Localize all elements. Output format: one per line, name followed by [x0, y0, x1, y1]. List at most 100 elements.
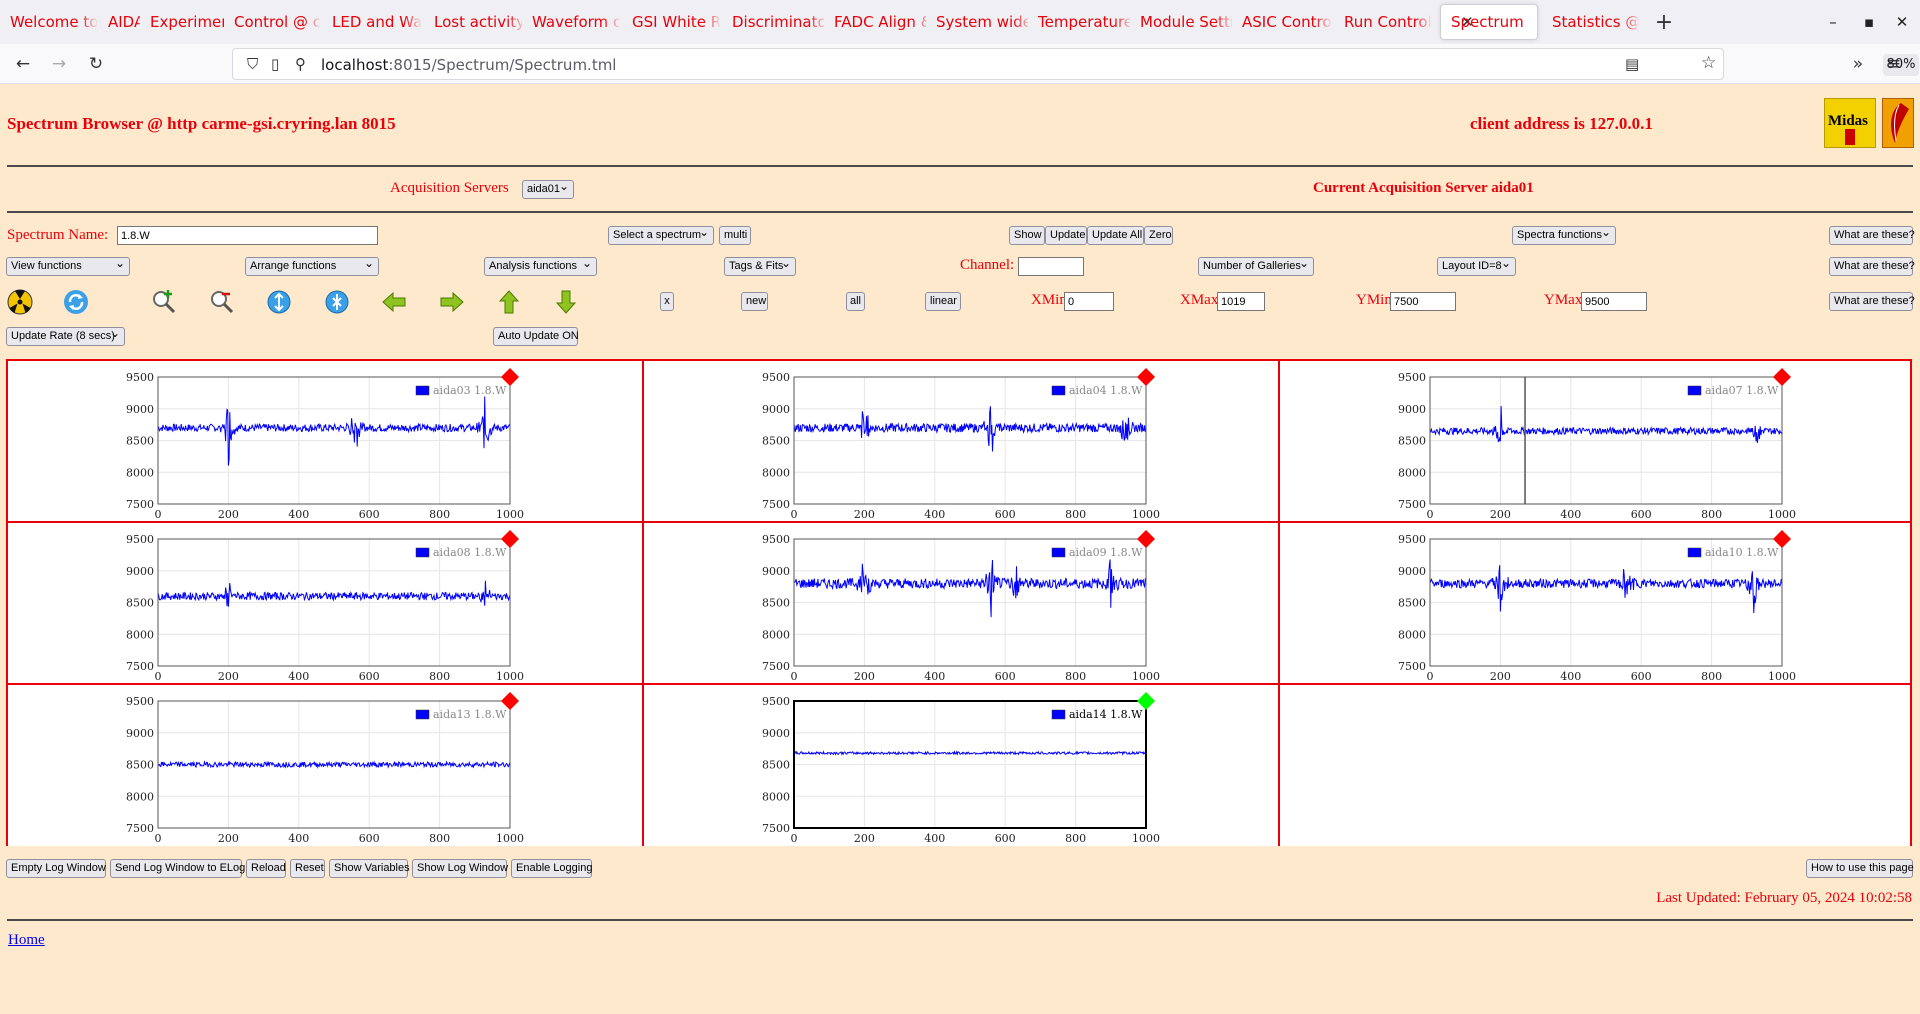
maximize-icon[interactable]: ▪ — [1851, 0, 1887, 44]
all-button[interactable]: all — [846, 292, 865, 311]
gallery-cell[interactable]: 0 200 400 600 800 1000 9500 9000 8500 8000 7500 aid… — [8, 361, 644, 523]
what-are-these-button-1[interactable]: What are these? — [1829, 226, 1915, 245]
empty-log-button[interactable]: Empty Log Window — [6, 859, 106, 878]
browser-tab[interactable]: Statistics @ — [1542, 0, 1644, 44]
number-galleries-dropdown[interactable]: Number of Galleries — [1198, 255, 1314, 276]
browser-tab[interactable]: Lost activity — [424, 0, 522, 44]
arrow-left-icon[interactable] — [380, 288, 408, 316]
zero-button[interactable]: Zero — [1144, 226, 1173, 245]
show-button[interactable]: Show — [1009, 226, 1045, 245]
spectrum-name-input[interactable] — [117, 226, 378, 245]
browser-tab[interactable]: Temperature — [1028, 0, 1130, 44]
compress-y-icon[interactable] — [323, 288, 351, 316]
reload-icon[interactable]: ↻ — [84, 52, 108, 76]
arrow-up-icon[interactable] — [495, 288, 523, 316]
browser-tab[interactable]: Run Control — [1334, 0, 1436, 44]
zoom-out-icon[interactable] — [208, 288, 236, 316]
auto-update-button[interactable]: Auto Update ON — [493, 327, 579, 346]
browser-tab[interactable]: AIDA — [98, 0, 140, 44]
x-tick-label: 800 — [1065, 670, 1086, 683]
home-link[interactable]: Home — [8, 932, 45, 949]
x-tick-label: 400 — [1560, 508, 1581, 521]
layout-id-dropdown[interactable]: Layout ID=8 — [1437, 255, 1516, 276]
arrow-down-icon[interactable] — [552, 288, 580, 316]
shield-icon[interactable]: ⛉ — [247, 55, 258, 73]
gallery-cell[interactable] — [1280, 685, 1910, 846]
browser-tab[interactable]: Control @ c — [224, 0, 322, 44]
xmin-input[interactable] — [1064, 292, 1114, 311]
acq-server-select[interactable]: aida01 — [522, 178, 574, 199]
analysis-functions-dropdown[interactable]: Analysis functions — [484, 255, 597, 276]
bookmark-star-icon[interactable]: ☆ — [1701, 53, 1716, 73]
xmax-input[interactable] — [1217, 292, 1265, 311]
minimize-icon[interactable]: – — [1815, 0, 1851, 44]
gallery-cell[interactable]: 0 200 400 600 800 1000 9500 9000 8500 8000 7500 aid… — [1280, 523, 1910, 685]
how-to-use-button[interactable]: How to use this page — [1806, 859, 1914, 878]
tcl-logo — [1882, 98, 1914, 148]
browser-tab[interactable]: GSI White R — [622, 0, 722, 44]
browser-tab[interactable]: Spectrum ✕ — [1440, 4, 1538, 40]
reset-button[interactable]: Reset — [290, 859, 325, 878]
page-icon[interactable]: ▯ — [271, 55, 279, 73]
arrow-right-icon[interactable] — [438, 288, 466, 316]
tags-fits-dropdown[interactable]: Tags & Fits — [724, 255, 796, 276]
enable-logging-button[interactable]: Enable Logging — [511, 859, 592, 878]
gallery-cell[interactable]: 0 200 400 600 800 1000 9500 9000 8500 8000 7500 aid… — [644, 523, 1280, 685]
y-tick-label: 8500 — [1398, 597, 1426, 610]
gallery-cell[interactable]: 0 200 400 600 800 1000 9500 9000 8500 8000 7500 aid… — [644, 361, 1280, 523]
browser-tab[interactable]: Experiment C — [140, 0, 224, 44]
channel-input[interactable] — [1018, 257, 1084, 276]
reader-view-icon[interactable]: ▤ — [1625, 55, 1639, 73]
browser-tab-label: Statistics @ — [1552, 13, 1641, 31]
new-button[interactable]: new — [741, 292, 768, 311]
show-log-button[interactable]: Show Log Window — [412, 859, 508, 878]
y-tick-label: 8500 — [762, 435, 790, 448]
what-are-these-button-2[interactable]: What are these? — [1829, 257, 1915, 276]
overflow-icon[interactable]: » — [1846, 52, 1870, 76]
arrange-functions-dropdown[interactable]: Arrange functions — [245, 255, 379, 276]
update-rate-dropdown[interactable]: Update Rate (8 secs) — [6, 325, 125, 346]
what-are-these-button-3[interactable]: What are these? — [1829, 292, 1915, 311]
linear-button[interactable]: linear — [925, 292, 961, 311]
x-tick-label: 1000 — [496, 832, 524, 845]
view-functions-dropdown[interactable]: View functions — [6, 255, 130, 276]
show-variables-button[interactable]: Show Variables — [329, 859, 410, 878]
reload-button[interactable]: Reload — [246, 859, 286, 878]
browser-tab[interactable]: System wide — [926, 0, 1028, 44]
x-button[interactable]: x — [660, 292, 674, 311]
ymin-input[interactable] — [1390, 292, 1456, 311]
gallery-cell[interactable]: 0 200 400 600 800 1000 9500 9000 8500 8000 7500 aid… — [1280, 361, 1910, 523]
browser-tab[interactable]: FADC Align & — [824, 0, 926, 44]
select-spectrum-dropdown[interactable]: Select a spectrum — [608, 224, 714, 245]
update-all-button[interactable]: Update All — [1087, 226, 1144, 245]
browser-tab[interactable]: Waveform c — [522, 0, 622, 44]
gallery-cell[interactable]: 0 200 400 600 800 1000 9500 9000 8500 8000 7500 aid… — [644, 685, 1280, 846]
browser-tab[interactable]: LED and Wa — [322, 0, 424, 44]
menu-icon[interactable]: ≡ — [1882, 52, 1906, 76]
ymax-input[interactable] — [1581, 292, 1647, 311]
browser-tab[interactable]: Welcome to — [0, 0, 98, 44]
window-close-icon[interactable]: ✕ — [1884, 0, 1920, 44]
browser-tab-label: Spectrum — [1451, 13, 1524, 31]
spectra-functions-dropdown[interactable]: Spectra functions — [1512, 224, 1616, 245]
radiation-icon[interactable] — [6, 288, 34, 316]
new-tab-icon[interactable]: + — [1644, 10, 1684, 35]
x-tick-label: 400 — [1560, 670, 1581, 683]
browser-tab[interactable]: Module Setti — [1130, 0, 1232, 44]
y-tick-label: 9500 — [762, 371, 790, 384]
forward-icon[interactable]: → — [47, 52, 71, 76]
url-text[interactable]: localhost:8015/Spectrum/Spectrum.tml — [321, 56, 616, 74]
browser-tab[interactable]: ASIC Contro — [1232, 0, 1334, 44]
update-button[interactable]: Update — [1045, 226, 1087, 245]
connection-icon[interactable]: ⚲ — [295, 55, 306, 73]
multi-button[interactable]: multi — [719, 226, 751, 245]
url-bar[interactable]: ⛉ ▯ ⚲ localhost:8015/Spectrum/Spectrum.t… — [232, 48, 1919, 80]
zoom-in-icon[interactable] — [150, 288, 178, 316]
gallery-cell[interactable]: 0 200 400 600 800 1000 9500 9000 8500 8000 7500 aid… — [8, 685, 644, 846]
gallery-cell[interactable]: 0 200 400 600 800 1000 9500 9000 8500 8000 7500 aid… — [8, 523, 644, 685]
refresh-icon[interactable] — [62, 288, 90, 316]
back-icon[interactable]: ← — [11, 52, 35, 76]
send-log-button[interactable]: Send Log Window to ELog — [110, 859, 245, 878]
expand-y-icon[interactable] — [265, 288, 293, 316]
browser-tab[interactable]: Discriminato — [722, 0, 824, 44]
